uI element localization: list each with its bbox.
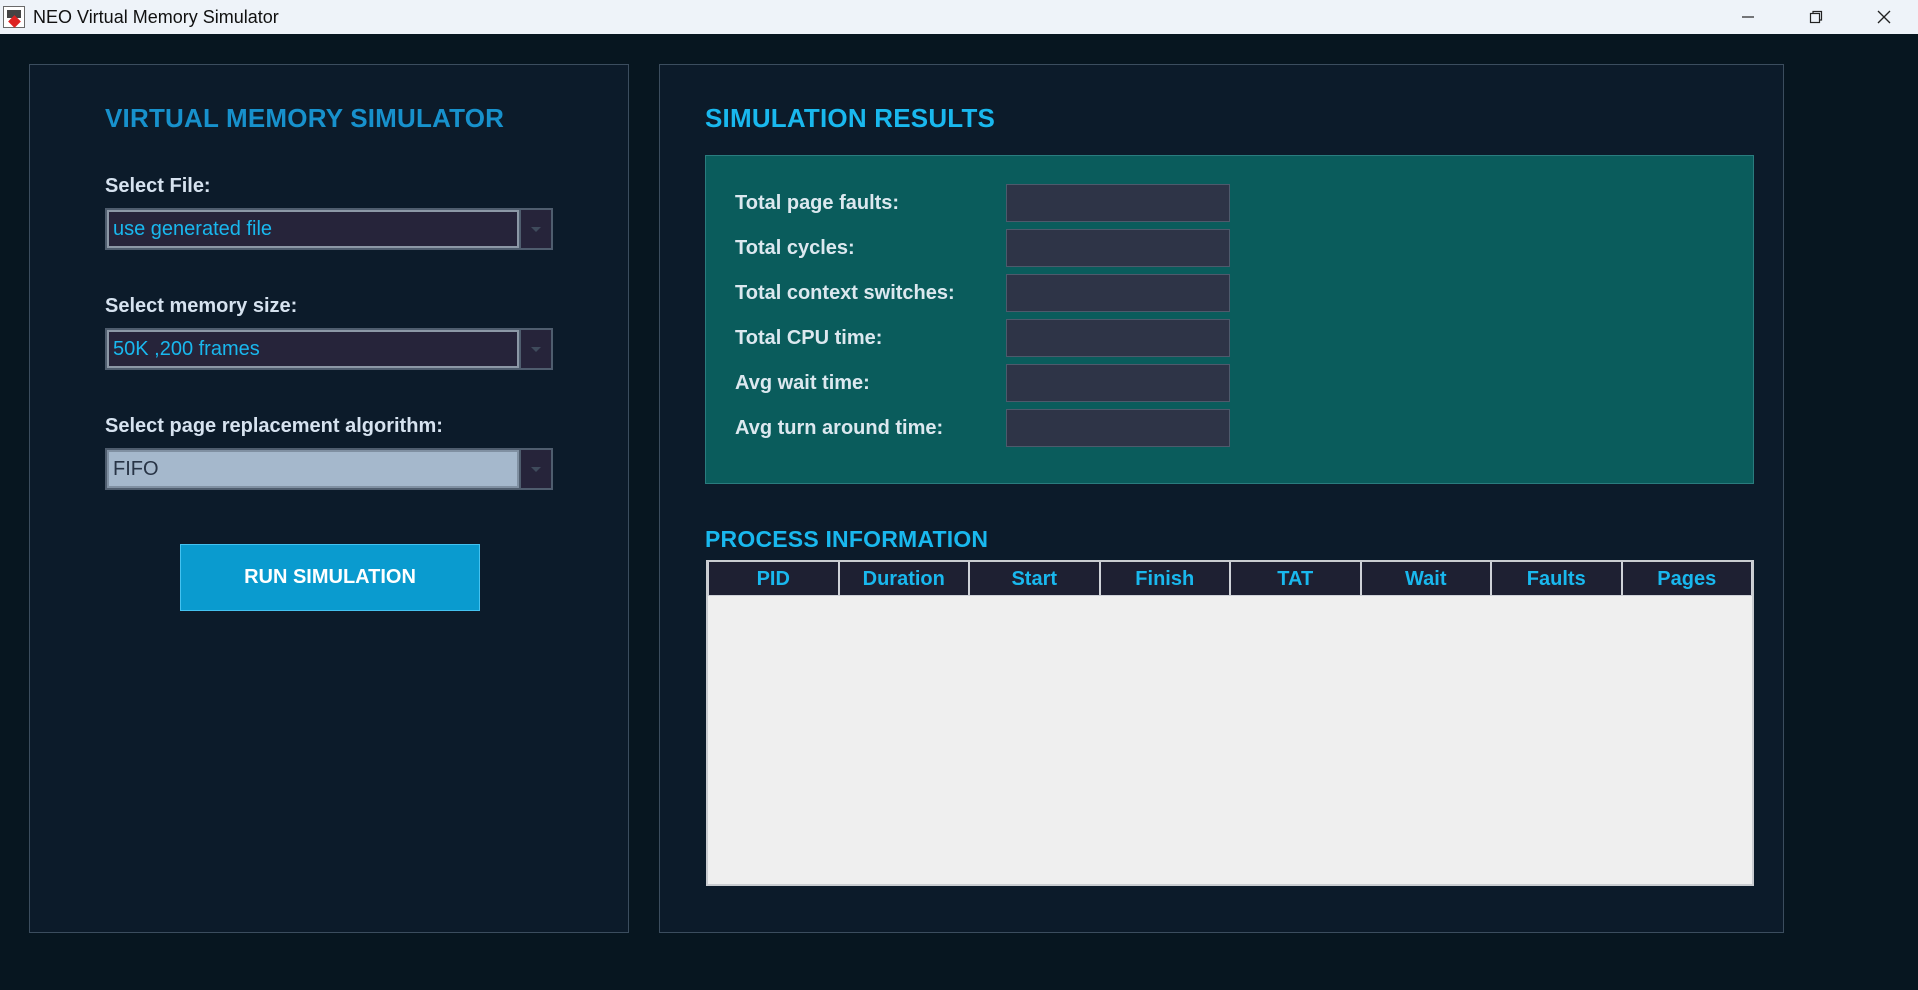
column-header-finish[interactable]: Finish	[1099, 562, 1230, 596]
chevron-down-icon	[531, 347, 541, 352]
close-button[interactable]	[1850, 0, 1918, 34]
minimize-button[interactable]	[1714, 0, 1782, 34]
context-switches-field[interactable]	[1006, 274, 1230, 312]
algorithm-label: Select page replacement algorithm:	[105, 415, 443, 437]
column-header-wait[interactable]: Wait	[1360, 562, 1491, 596]
column-header-faults[interactable]: Faults	[1491, 562, 1622, 596]
restore-icon	[1809, 10, 1823, 24]
algorithm-select-value: FIFO	[107, 450, 519, 488]
avg-wait-time-field[interactable]	[1006, 364, 1230, 402]
result-row-cpu-time: Total CPU time:	[706, 319, 1753, 357]
chevron-down-icon	[531, 227, 541, 232]
process-heading: PROCESS INFORMATION	[705, 526, 989, 552]
memory-select-dropdown-button[interactable]	[519, 330, 551, 368]
file-select-value: use generated file	[107, 210, 519, 248]
run-simulation-button[interactable]: RUN SIMULATION	[180, 544, 480, 611]
column-header-tat[interactable]: TAT	[1230, 562, 1361, 596]
column-header-start[interactable]: Start	[969, 562, 1100, 596]
cpu-time-field[interactable]	[1006, 319, 1230, 357]
window-title: NEO Virtual Memory Simulator	[33, 6, 279, 27]
file-select-dropdown-button[interactable]	[519, 210, 551, 248]
result-label: Total CPU time:	[735, 327, 883, 349]
result-row-page-faults: Total page faults:	[706, 184, 1753, 222]
process-table-header: PID Duration Start Finish TAT Wait Fault…	[708, 562, 1752, 596]
result-row-context-switches: Total context switches:	[706, 274, 1753, 312]
app-icon	[3, 6, 25, 28]
algorithm-select[interactable]: FIFO	[105, 448, 553, 490]
column-header-duration[interactable]: Duration	[838, 562, 969, 596]
file-label: Select File:	[105, 175, 211, 197]
result-row-cycles: Total cycles:	[706, 229, 1753, 267]
title-bar: NEO Virtual Memory Simulator	[0, 0, 1918, 34]
result-label: Avg wait time:	[735, 372, 870, 394]
results-panel: SIMULATION RESULTS Total page faults: To…	[659, 64, 1784, 933]
result-label: Total cycles:	[735, 237, 855, 259]
settings-panel: VIRTUAL MEMORY SIMULATOR Select File: us…	[29, 64, 629, 933]
column-header-pid[interactable]: PID	[708, 562, 839, 596]
result-row-avg-turnaround: Avg turn around time:	[706, 409, 1753, 447]
chevron-down-icon	[531, 467, 541, 472]
memory-select[interactable]: 50K ,200 frames	[105, 328, 553, 370]
cycles-field[interactable]	[1006, 229, 1230, 267]
result-row-avg-wait: Avg wait time:	[706, 364, 1753, 402]
process-table-body[interactable]	[708, 596, 1752, 884]
page-faults-field[interactable]	[1006, 184, 1230, 222]
memory-label: Select memory size:	[105, 295, 298, 317]
results-box: Total page faults: Total cycles: Total c…	[705, 155, 1754, 484]
algorithm-select-dropdown-button[interactable]	[519, 450, 551, 488]
avg-turnaround-time-field[interactable]	[1006, 409, 1230, 447]
result-label: Total page faults:	[735, 192, 900, 214]
minimize-icon	[1742, 16, 1754, 18]
memory-select-value: 50K ,200 frames	[107, 330, 519, 368]
file-select[interactable]: use generated file	[105, 208, 553, 250]
results-heading: SIMULATION RESULTS	[705, 103, 996, 133]
result-label: Total context switches:	[735, 282, 955, 304]
settings-heading: VIRTUAL MEMORY SIMULATOR	[105, 103, 505, 133]
window-controls	[1714, 0, 1918, 34]
restore-button[interactable]	[1782, 0, 1850, 34]
column-header-pages[interactable]: Pages	[1621, 562, 1752, 596]
process-table[interactable]: PID Duration Start Finish TAT Wait Fault…	[706, 560, 1754, 886]
result-label: Avg turn around time:	[735, 417, 944, 439]
close-icon	[1877, 10, 1891, 24]
